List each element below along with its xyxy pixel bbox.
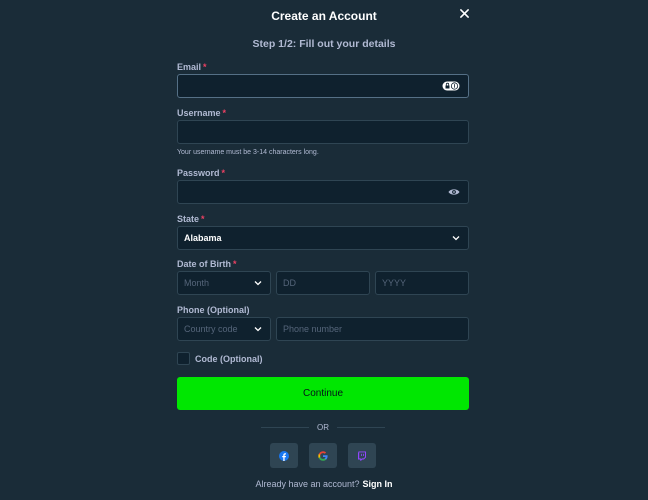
or-divider: OR [261,421,385,433]
dob-day-field[interactable] [276,271,370,295]
password-manager-icon[interactable] [442,81,460,91]
modal-title: Create an Account [271,9,377,23]
divider-line [337,426,385,428]
code-label[interactable]: Code (Optional) [195,354,263,364]
username-hint: Your username must be 3-14 characters lo… [177,149,319,156]
divider-line [261,426,309,428]
dob-label: Date of Birth * [177,259,237,269]
month-placeholder: Month [184,278,210,288]
email-input[interactable] [178,75,468,97]
close-icon[interactable] [459,8,469,18]
required-marker: * [222,108,227,118]
password-field[interactable] [177,180,469,204]
state-select[interactable]: Alabama [177,226,469,250]
google-login-button[interactable] [309,443,337,468]
required-marker: * [201,214,205,224]
facebook-icon[interactable] [279,450,289,461]
eye-icon[interactable] [448,188,460,196]
country-code-placeholder: Country code [184,324,238,334]
email-field[interactable] [177,74,469,98]
sign-in-link[interactable]: Sign In [363,479,393,489]
dob-year-field[interactable] [375,271,469,295]
google-icon[interactable] [318,450,328,461]
code-checkbox[interactable] [177,352,190,365]
twitch-login-button[interactable] [348,443,376,468]
password-input[interactable] [178,181,468,203]
state-label: State * [177,214,205,224]
close-button[interactable] [457,6,471,20]
required-marker: * [203,62,207,72]
signin-prompt-text: Already have an account? [255,479,360,489]
password-label: Password * [177,168,226,178]
chevron-down-icon[interactable] [254,281,262,286]
required-marker: * [221,168,226,178]
country-code-select[interactable]: Country code [177,317,271,341]
dob-day-input[interactable] [277,272,369,294]
username-input[interactable] [178,121,468,143]
username-field[interactable] [177,120,469,144]
signin-prompt: Already have an account? Sign In [0,479,648,489]
chevron-down-icon[interactable] [452,236,460,241]
phone-number-input[interactable] [277,318,468,340]
phone-label: Phone (Optional) [177,305,250,315]
phone-number-field[interactable] [276,317,469,341]
required-marker: * [233,259,237,269]
dob-year-input[interactable] [376,272,468,294]
step-indicator: Step 1/2: Fill out your details [252,38,396,50]
twitch-icon[interactable] [357,451,367,461]
chevron-down-icon[interactable] [254,327,262,332]
state-value: Alabama [184,233,222,243]
username-label: Username * [177,108,227,118]
continue-button[interactable]: Continue [177,377,469,410]
dob-month-select[interactable]: Month [177,271,271,295]
or-label: OR [317,422,329,432]
email-label: Email * [177,62,207,72]
facebook-login-button[interactable] [270,443,298,468]
